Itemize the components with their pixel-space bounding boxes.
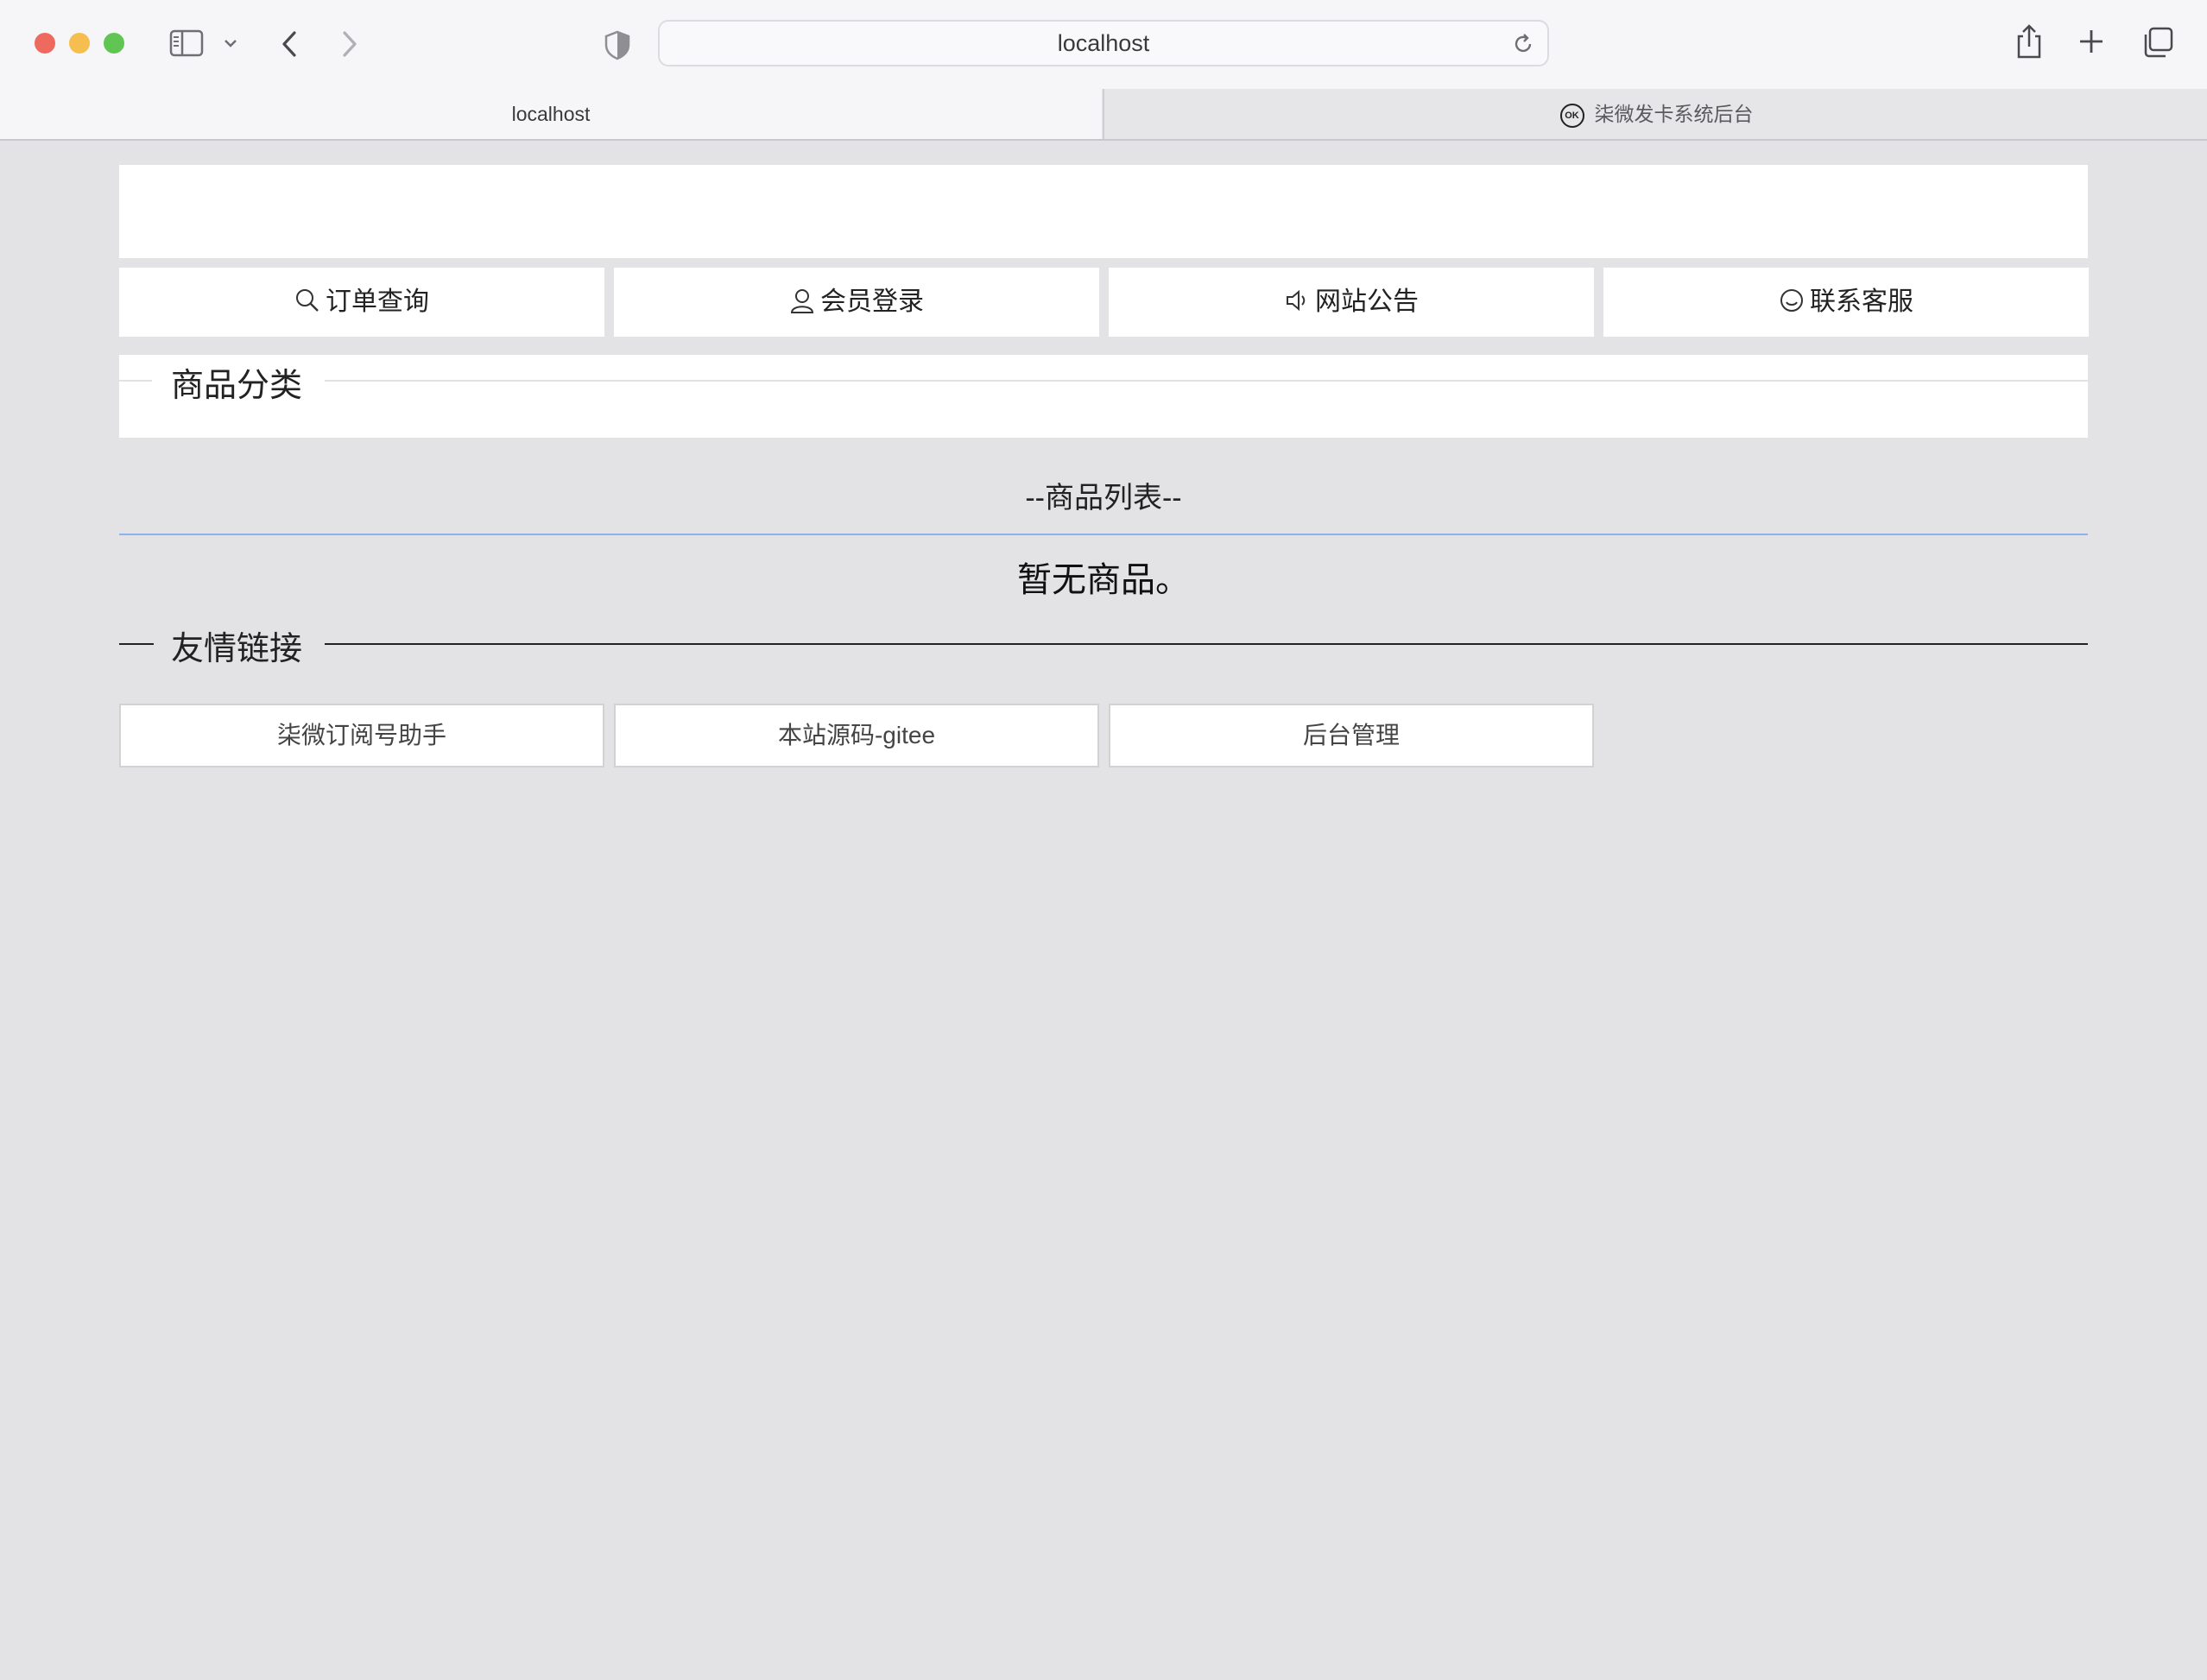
ok-favicon-icon: OK bbox=[1559, 103, 1584, 128]
friend-links-divider-left bbox=[119, 643, 154, 645]
sidebar-toggle-icon[interactable] bbox=[169, 29, 204, 57]
category-panel bbox=[119, 355, 2088, 438]
nav-label: 订单查询 bbox=[326, 287, 429, 316]
chevron-down-icon[interactable] bbox=[223, 38, 238, 48]
back-arrow-icon[interactable] bbox=[278, 29, 300, 59]
site-header-banner bbox=[119, 165, 2088, 258]
privacy-shield-icon[interactable] bbox=[603, 29, 632, 60]
category-title: 商品分类 bbox=[171, 368, 303, 404]
friend-link-subscription-helper[interactable]: 柒微订阅号助手 bbox=[119, 704, 604, 767]
zoom-window-button[interactable] bbox=[104, 33, 124, 54]
tab-localhost[interactable]: localhost bbox=[0, 89, 1102, 139]
product-list-divider bbox=[119, 534, 2088, 535]
category-divider-right bbox=[325, 380, 2088, 382]
address-bar[interactable]: localhost bbox=[658, 20, 1549, 66]
order-query-button[interactable]: 订单查询 bbox=[119, 268, 604, 337]
close-window-button[interactable] bbox=[35, 33, 55, 54]
friend-links-title: 友情链接 bbox=[171, 631, 303, 667]
tab-label: 柒微发卡系统后台 bbox=[1594, 103, 1754, 125]
nav-label: 联系客服 bbox=[1810, 287, 1913, 316]
user-icon bbox=[790, 289, 814, 314]
empty-products-message: 暂无商品。 bbox=[1017, 561, 1190, 599]
tab-admin-backend[interactable]: OK 柒微发卡系统后台 bbox=[1103, 89, 2207, 139]
category-divider-left bbox=[119, 380, 152, 382]
friend-link-gitee-source[interactable]: 本站源码-gitee bbox=[614, 704, 1099, 767]
member-login-button[interactable]: 会员登录 bbox=[614, 268, 1099, 337]
page-content: 订单查询 会员登录 网站公告 联系客服 商品分类 --商品列表-- 暂无商品。 … bbox=[0, 141, 2207, 1680]
nav-label: 会员登录 bbox=[820, 287, 924, 316]
tab-strip: localhost OK 柒微发卡系统后台 bbox=[0, 89, 2207, 141]
browser-toolbar: localhost bbox=[0, 0, 2207, 89]
contact-support-button[interactable]: 联系客服 bbox=[1603, 268, 2089, 337]
speaker-icon bbox=[1287, 289, 1306, 312]
friend-link-admin[interactable]: 后台管理 bbox=[1109, 704, 1594, 767]
site-announcement-button[interactable]: 网站公告 bbox=[1109, 268, 1594, 337]
tab-overview-icon[interactable] bbox=[2141, 26, 2174, 59]
forward-arrow-icon[interactable] bbox=[338, 29, 361, 59]
reload-icon[interactable] bbox=[1511, 32, 1535, 60]
nav-label: 网站公告 bbox=[1315, 287, 1419, 316]
tab-label: localhost bbox=[511, 103, 591, 125]
url-text: localhost bbox=[1057, 30, 1150, 56]
search-icon bbox=[296, 289, 319, 312]
new-tab-plus-icon[interactable] bbox=[2077, 28, 2105, 55]
product-list-title: --商品列表-- bbox=[1025, 482, 1182, 515]
smile-icon bbox=[1780, 289, 1803, 313]
share-icon[interactable] bbox=[2014, 22, 2044, 60]
friend-links-divider-right bbox=[325, 643, 2088, 645]
minimize-window-button[interactable] bbox=[69, 33, 90, 54]
